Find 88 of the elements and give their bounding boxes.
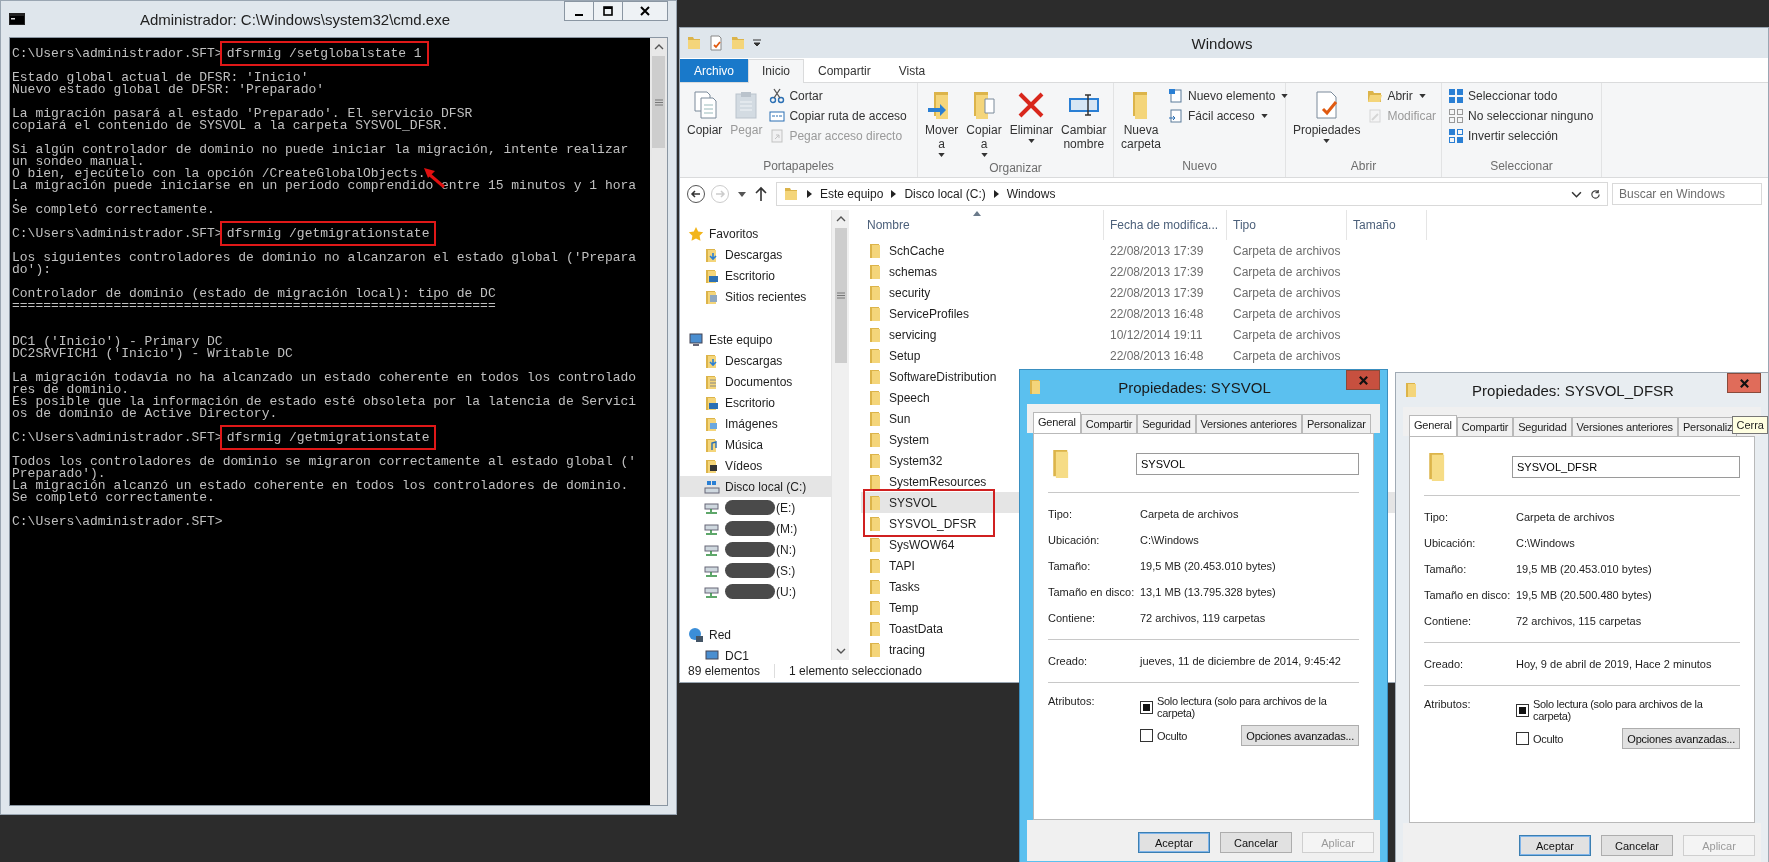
file-name: SYSVOL <box>889 495 938 510</box>
file-name: SchCache <box>889 243 945 258</box>
prompt-text: C:\Users\administrador.SFT> <box>12 514 223 529</box>
file-name: ToastData <box>889 621 944 636</box>
field-label: Atributos: <box>1424 698 1472 710</box>
console-text: La migración todavía no ha alcanzado un estado coherente en todos los controlado <box>12 370 637 385</box>
date-text: 22/08/2013 17:39 <box>1110 264 1204 279</box>
field-value: Hoy, 9 de abril de 2019, Hace 2 minutos <box>1516 658 1713 670</box>
field-value: 72 archivos, 115 carpetas <box>1516 615 1643 627</box>
field-label: Tamaño en disco: <box>1048 586 1136 598</box>
field-value: jueves, 11 de diciembre de 2014, 9:45:42 <box>1140 655 1342 667</box>
console-text: Si algún controlador de dominio no puede iniciar la migración, intente realizar <box>12 142 629 157</box>
group-label: Organizar <box>988 161 1043 177</box>
field-label: Creado: <box>1424 658 1465 670</box>
field-value: 72 archivos, 119 carpetas <box>1140 612 1267 624</box>
field-label: Contiene: <box>1048 612 1097 624</box>
group-label: Nuevo <box>1181 159 1218 175</box>
type-text: Carpeta de archivos <box>1233 264 1341 279</box>
type-text: Carpeta de archivos <box>1233 306 1341 321</box>
file-name: schemas <box>889 264 938 279</box>
file-name: Tasks <box>889 579 920 594</box>
field-label: Tipo: <box>1048 508 1074 520</box>
file-name: SoftwareDistribution <box>889 369 997 384</box>
console-text: La migración pasará al estado 'Preparado'. El servicio DFSR <box>12 106 473 121</box>
group-label: Portapapeles <box>762 159 835 175</box>
console-text: . <box>12 190 20 205</box>
type-text: Carpeta de archivos <box>1233 348 1341 363</box>
file-name: System <box>889 432 929 447</box>
date-text: 22/08/2013 17:39 <box>1110 243 1204 258</box>
file-name: servicing <box>889 327 937 342</box>
type-text: Carpeta de archivos <box>1233 285 1341 300</box>
console-text: Se completó correctamente. <box>12 202 215 217</box>
field-label: Ubicación: <box>1048 534 1101 546</box>
console-text: O bien, ejecútelo con la opción /CreateGlobalObjects. <box>12 166 426 181</box>
file-name: ServiceProfiles <box>889 306 970 321</box>
command-text: dfsrmig /setglobalstate 1 <box>219 41 429 66</box>
field-value: Carpeta de archivos <box>1516 511 1616 523</box>
status-text: 89 elementos <box>688 664 761 678</box>
status-text: 1 elemento seleccionado <box>774 664 922 678</box>
date-text: 10/12/2014 19:11 <box>1110 327 1203 342</box>
console-text: Controlador de dominio (estado de migración local): tipo de DC <box>12 286 496 301</box>
file-name: System32 <box>889 453 943 468</box>
field-label: Tamaño: <box>1424 563 1468 575</box>
file-name: Temp <box>889 600 919 615</box>
date-text: 22/08/2013 16:48 <box>1110 348 1204 363</box>
field-value: C:\Windows <box>1140 534 1200 546</box>
type-text: Carpeta de archivos <box>1233 327 1341 342</box>
group-label: Seleccionar <box>1489 159 1554 175</box>
command-text: dfsrmig /getmigrationstate <box>219 425 437 450</box>
window-title: Propiedades: SYSVOL_DFSR <box>1471 381 1675 399</box>
field-value: 19,5 MB (20.500.480 bytes) <box>1516 589 1653 601</box>
date-text: 22/08/2013 16:48 <box>1110 306 1204 321</box>
console-text: DC1 ('Inicio') - Primary DC <box>12 334 223 349</box>
console-text: do'): <box>12 262 51 277</box>
field-label: Tamaño: <box>1048 560 1092 572</box>
field-label: Contiene: <box>1424 615 1473 627</box>
file-name: tracing <box>889 642 926 657</box>
file-name: Sun <box>889 411 911 426</box>
file-name: security <box>889 285 931 300</box>
field-label: Atributos: <box>1048 695 1096 707</box>
console-text: Preparado'). <box>12 466 106 481</box>
type-text: Carpeta de archivos <box>1233 243 1341 258</box>
file-name: SysWOW64 <box>889 537 955 552</box>
window-title: Windows <box>1190 34 1254 52</box>
console-text: Estado global actual de DFSR: 'Inicio' <box>12 70 309 85</box>
field-label: Creado: <box>1048 655 1089 667</box>
date-text: 22/08/2013 17:39 <box>1110 285 1204 300</box>
field-value: C:\Windows <box>1516 537 1576 549</box>
file-name: Setup <box>889 348 921 363</box>
command-text: dfsrmig /getmigrationstate <box>219 221 437 246</box>
field-value: 19,5 MB (20.453.010 bytes) <box>1140 560 1277 572</box>
field-value: 13,1 MB (13.795.328 bytes) <box>1140 586 1277 598</box>
file-name: SystemResources <box>889 474 987 489</box>
file-name: SYSVOL_DFSR <box>889 516 977 531</box>
console-text: Es posible que la información de estado esté obsoleta por la latencia de Servici <box>12 394 637 409</box>
window-title: Propiedades: SYSVOL <box>1117 378 1272 396</box>
field-label: Ubicación: <box>1424 537 1477 549</box>
field-label: Tamaño en disco: <box>1424 589 1512 601</box>
file-name: TAPI <box>889 558 915 573</box>
console-text: Los siguientes controladores de dominio no alcanzaron el estado global ('Prepara <box>12 250 637 265</box>
tooltip: Cerra <box>1732 416 1768 434</box>
field-label: Tipo: <box>1424 511 1450 523</box>
window-title: Administrador: C:\Windows\system32\cmd.exe <box>138 10 452 28</box>
file-name: Speech <box>889 390 930 405</box>
console-text: Todos los controladores de dominio se migraron correctamente al estado global (' <box>12 454 637 469</box>
group-label: Abrir <box>1349 159 1378 175</box>
field-value: Carpeta de archivos <box>1140 508 1240 520</box>
field-value: 19,5 MB (20.453.010 bytes) <box>1516 563 1653 575</box>
